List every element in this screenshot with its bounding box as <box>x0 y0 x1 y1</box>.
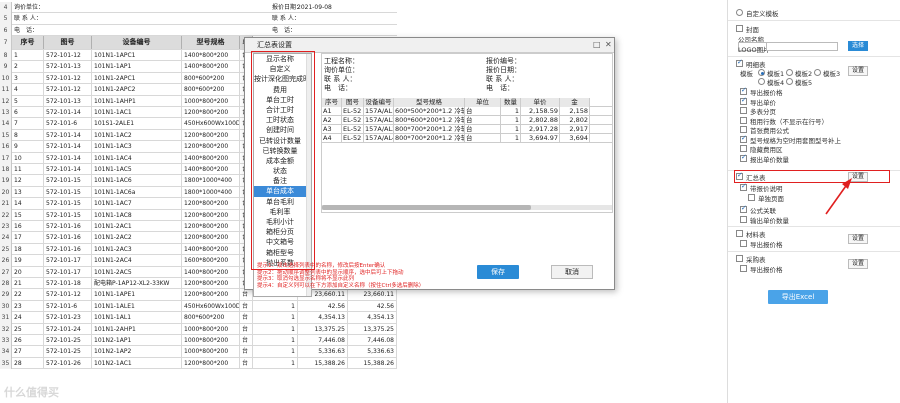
annotation-arrow <box>825 178 852 215</box>
watermark: 什么值得买 <box>4 386 59 399</box>
